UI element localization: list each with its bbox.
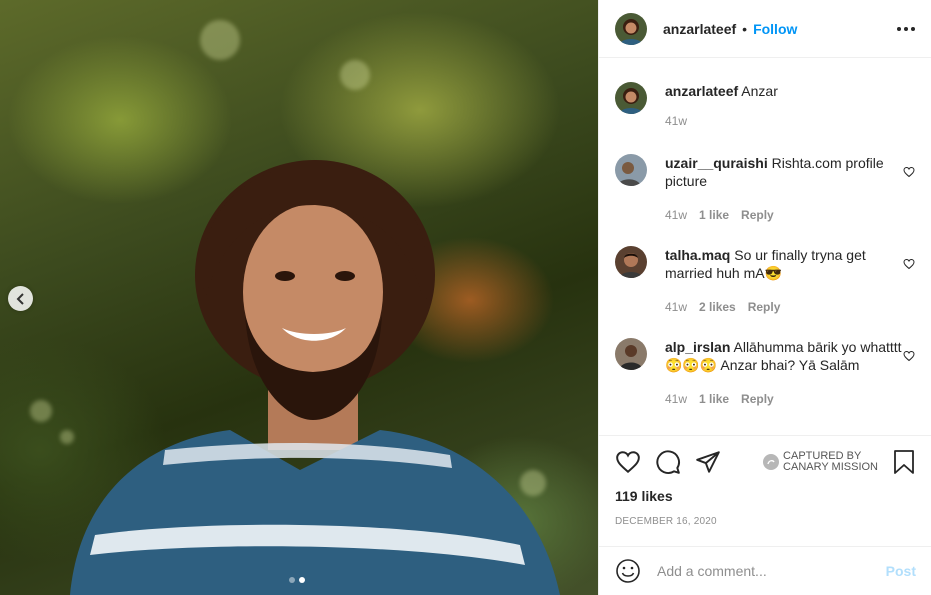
heart-icon xyxy=(616,451,640,474)
more-options-icon[interactable] xyxy=(897,26,915,31)
carousel-indicator xyxy=(289,577,305,583)
reply-button[interactable]: Reply xyxy=(748,298,781,316)
comment-age[interactable]: 41w xyxy=(665,206,687,224)
watermark-line-2: CANARY MISSION xyxy=(783,461,878,473)
post-actions: CAPTURED BY CANARY MISSION 119 likes DEC… xyxy=(599,435,931,527)
caption: anzarlateef Anzar 41w xyxy=(615,82,915,130)
caption-age[interactable]: 41w xyxy=(665,112,687,130)
avatar-image xyxy=(615,154,647,186)
emoji-smiley-icon[interactable] xyxy=(615,558,641,584)
comment-username[interactable]: talha.maq xyxy=(665,247,730,263)
post-comment-button[interactable]: Post xyxy=(886,563,916,579)
comment-likes[interactable]: 1 like xyxy=(699,206,729,224)
comment-likes[interactable]: 1 like xyxy=(699,390,729,408)
share-button[interactable] xyxy=(695,449,721,475)
chevron-left-icon xyxy=(16,292,24,305)
bookmark-icon xyxy=(894,450,914,474)
avatar-image xyxy=(615,246,647,278)
flushed-emoji: 😳😳😳 xyxy=(665,357,718,373)
person-illustration xyxy=(70,160,560,595)
post-photo[interactable] xyxy=(0,0,598,595)
caption-username[interactable]: anzarlateef xyxy=(665,83,738,99)
author-avatar[interactable] xyxy=(615,12,647,45)
comment-age[interactable]: 41w xyxy=(665,390,687,408)
commenter-avatar[interactable] xyxy=(615,338,647,370)
author-username[interactable]: anzarlateef xyxy=(663,21,736,37)
caption-text: Anzar xyxy=(741,83,778,99)
heart-icon[interactable] xyxy=(903,166,915,178)
previous-arrow-button[interactable] xyxy=(8,286,33,311)
post-modal: anzarlateef • Follow anzarlateef Anzar 4… xyxy=(0,0,931,595)
like-button[interactable] xyxy=(615,449,641,475)
carousel-dot-active xyxy=(299,577,305,583)
comments-list: anzarlateef Anzar 41w uzair__quraishi Ri… xyxy=(599,58,931,435)
paper-plane-icon xyxy=(696,451,720,473)
reply-button[interactable]: Reply xyxy=(741,206,774,224)
comment-input[interactable] xyxy=(657,563,877,579)
heart-icon[interactable] xyxy=(903,350,915,362)
comment-composer: Post xyxy=(599,546,931,595)
comment-button[interactable] xyxy=(655,449,681,475)
canary-mission-logo-icon xyxy=(763,454,780,470)
sunglasses-emoji: 😎 xyxy=(764,265,783,281)
post-side-panel: anzarlateef • Follow anzarlateef Anzar 4… xyxy=(598,0,931,595)
post-header: anzarlateef • Follow xyxy=(599,0,931,58)
comment-text: Allāhumma bārik yo whatttt xyxy=(733,339,902,355)
commenter-avatar[interactable] xyxy=(615,154,647,186)
avatar-image xyxy=(615,82,647,114)
comment-icon xyxy=(656,450,680,474)
post-date[interactable]: DECEMBER 16, 2020 xyxy=(615,516,916,527)
avatar-image xyxy=(615,12,647,45)
comment-text-continued: Anzar bhai? Yā Salām xyxy=(720,357,860,373)
comment-item: alp_irslan Allāhumma bārik yo whatttt 😳😳… xyxy=(615,338,915,408)
comment-item: uzair__quraishi Rishta.com profile pictu… xyxy=(615,154,915,224)
commenter-avatar[interactable] xyxy=(615,246,647,278)
comment-age[interactable]: 41w xyxy=(665,298,687,316)
watermark: CAPTURED BY CANARY MISSION xyxy=(763,451,878,473)
carousel-dot xyxy=(289,577,295,583)
separator-dot: • xyxy=(742,20,748,37)
caption-avatar[interactable] xyxy=(615,82,647,114)
comment-item: talha.maq So ur finally tryna get marrie… xyxy=(615,246,915,316)
reply-button[interactable]: Reply xyxy=(741,390,774,408)
comment-likes[interactable]: 2 likes xyxy=(699,298,736,316)
likes-count[interactable]: 119 likes xyxy=(615,488,916,504)
save-button[interactable] xyxy=(892,449,916,475)
avatar-image xyxy=(615,338,647,370)
comment-username[interactable]: uzair__quraishi xyxy=(665,155,768,171)
follow-button[interactable]: Follow xyxy=(753,21,797,37)
heart-icon[interactable] xyxy=(903,258,915,270)
comment-username[interactable]: alp_irslan xyxy=(665,339,730,355)
